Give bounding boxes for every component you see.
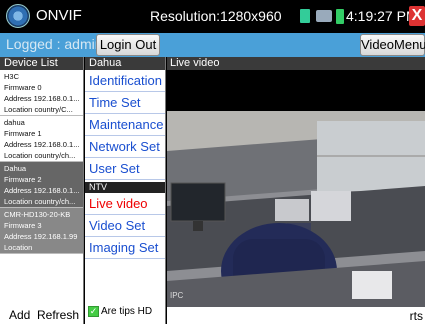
- video-frame-image: [167, 111, 425, 307]
- network-icon: [316, 10, 332, 22]
- resolution-text: Resolution:1280x960: [150, 8, 282, 24]
- menu-identification[interactable]: Identification: [85, 70, 165, 92]
- device-item-selected[interactable]: Dahua Firmware 2 Address 192.168.0.1... …: [0, 162, 83, 208]
- device-name: Dahua: [4, 164, 27, 173]
- status-bar: ONVIF Resolution:1280x960 4:19:27 PM X: [0, 0, 425, 33]
- rtsp-url-text: rts: [409, 309, 423, 323]
- video-osd-ipc: IPC: [170, 291, 184, 300]
- tips-hd-label: Are tips HD: [101, 306, 153, 318]
- menu-live-video[interactable]: Live video: [85, 193, 165, 215]
- app-title: ONVIF: [36, 7, 82, 24]
- device-name: dahua: [4, 118, 25, 127]
- device-item[interactable]: H3C Firmware 0 Address 192.168.0.1... Lo…: [0, 70, 83, 116]
- toolbar: Logged : admin Login Out VideoMenu: [0, 33, 425, 57]
- refresh-button[interactable]: Refresh: [37, 308, 79, 322]
- logged-in-user: Logged : admin: [6, 36, 103, 52]
- live-video-panel: Live video IPC rts: [167, 57, 425, 324]
- login-out-button[interactable]: Login Out: [96, 34, 160, 56]
- live-video-header: Live video: [167, 57, 425, 70]
- device-name: H3C: [4, 72, 20, 81]
- device-firmware: Firmware 2: [4, 175, 42, 184]
- device-firmware: Firmware 3: [4, 221, 42, 230]
- signal-icon: [300, 9, 310, 23]
- device-location: Location country/ch...: [4, 151, 76, 160]
- add-device-button[interactable]: Add: [9, 308, 30, 322]
- device-list-actions: Add Refresh: [0, 303, 84, 324]
- device-menu-header: Dahua: [85, 57, 165, 70]
- video-footer: rts: [167, 307, 425, 324]
- ntv-section-header: NTV: [85, 182, 165, 193]
- menu-video-set[interactable]: Video Set: [85, 215, 165, 237]
- device-location: Location country/C...: [4, 105, 73, 114]
- device-address: Address 192.168.1.99: [4, 232, 78, 241]
- device-address: Address 192.168.0.1...: [4, 186, 80, 195]
- device-name: CMR-HD130-20-KB: [4, 210, 71, 219]
- video-stream[interactable]: IPC: [167, 111, 425, 307]
- menu-user-set[interactable]: User Set: [85, 158, 165, 180]
- device-firmware: Firmware 0: [4, 83, 42, 92]
- device-firmware: Firmware 1: [4, 129, 42, 138]
- menu-imaging-set[interactable]: Imaging Set: [85, 237, 165, 259]
- video-menu-button[interactable]: VideoMenu: [360, 34, 425, 56]
- device-location: Location country/ch...: [4, 197, 76, 206]
- tips-hd-checkbox[interactable]: ✓ Are tips HD: [88, 306, 152, 317]
- close-button[interactable]: X: [409, 6, 425, 26]
- menu-network-set[interactable]: Network Set: [85, 136, 165, 158]
- device-menu-panel: Dahua Identification Time Set Maintenanc…: [85, 57, 166, 324]
- clock: 4:19:27 PM: [346, 8, 418, 24]
- menu-maintenance[interactable]: Maintenance: [85, 114, 165, 136]
- device-list-header: Device List: [0, 57, 83, 70]
- menu-time-set[interactable]: Time Set: [85, 92, 165, 114]
- checkbox-checked-icon: ✓: [88, 306, 99, 317]
- device-list-panel: Device List H3C Firmware 0 Address 192.1…: [0, 57, 84, 324]
- battery-icon: [336, 9, 344, 24]
- onvif-app-icon: [6, 4, 30, 28]
- device-item[interactable]: dahua Firmware 1 Address 192.168.0.1... …: [0, 116, 83, 162]
- device-address: Address 192.168.0.1...: [4, 94, 80, 103]
- device-item[interactable]: CMR-HD130-20-KB Firmware 3 Address 192.1…: [0, 208, 83, 254]
- device-address: Address 192.168.0.1...: [4, 140, 80, 149]
- device-location: Location: [4, 243, 33, 252]
